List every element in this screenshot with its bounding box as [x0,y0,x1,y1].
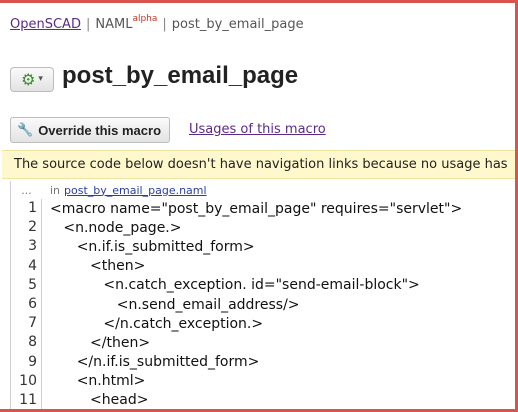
line-number: 11 [11,390,42,409]
breadcrumb-section-label: NAML [95,17,133,32]
expand-dots[interactable]: ... [11,184,42,197]
code-line: 4 <then> [11,256,515,276]
code-line: 1 <macro name="post_by_email_page" requir… [11,199,515,219]
line-number: 10 [11,371,42,391]
breadcrumb-root-link[interactable]: OpenSCAD [10,17,81,32]
usages-link[interactable]: Usages of this macro [189,122,326,137]
line-number: 8 [11,333,42,353]
breadcrumb-separator: | [85,17,91,32]
file-info: ... in post_by_email_page.naml [11,181,515,199]
breadcrumb: OpenSCAD | NAMLalpha | post_by_email_page [10,14,304,32]
code-text: <n.catch_exception. id="send-email-block… [50,277,420,294]
code-line: 7 </n.catch_exception.> [11,314,515,334]
notice-banner: The source code below doesn't have navig… [2,150,515,179]
code-text: <then> [50,258,146,275]
code-text: </then> [50,334,151,351]
code-text: <n.if.is_submitted_form> [50,238,255,255]
code-line: 9 </n.if.is_submitted_form> [11,352,515,372]
gear-menu-button[interactable]: ⚙ ▾ [10,67,54,92]
override-macro-label: Override this macro [38,122,162,138]
breadcrumb-separator: | [162,17,167,32]
code-text: <n.node_page.> [50,219,182,236]
code-viewer: ... in post_by_email_page.naml 1 <macro n… [10,181,515,409]
code-line: 11 <head> [11,390,515,409]
line-number: 5 [11,275,42,295]
override-macro-button[interactable]: 🔧 Override this macro [10,117,170,143]
line-number: 1 [11,199,42,219]
line-number: 6 [11,294,42,315]
wrench-icon: 🔧 [17,122,34,137]
file-link[interactable]: post_by_email_page.naml [64,184,207,197]
code-line: 3 <n.if.is_submitted_form> [11,237,515,257]
code-text: <head> [50,392,149,409]
line-number: 9 [11,352,42,372]
breadcrumb-current: post_by_email_page [171,17,304,32]
page-title: post_by_email_page [62,62,299,89]
chevron-down-icon: ▾ [38,74,43,84]
code-lines: 1 <macro name="post_by_email_page" requir… [11,199,515,409]
code-line: 6 <n.send_email_address/> [11,294,515,315]
line-number: 7 [11,314,42,334]
line-number: 4 [11,256,42,276]
breadcrumb-section: NAMLalpha [95,14,158,32]
code-line: 8 </then> [11,333,515,353]
window-frame-top [0,0,518,3]
code-text: <n.send_email_address/> [50,296,300,313]
in-label: in [50,183,61,197]
code-text: </n.if.is_submitted_form> [50,354,260,371]
line-number: 2 [11,218,42,238]
code-line: 2 <n.node_page.> [11,218,515,238]
code-text: <n.html> [50,373,146,390]
gear-icon: ⚙ [21,69,36,89]
code-text: </n.catch_exception.> [50,315,264,332]
code-line: 10 <n.html> [11,371,515,391]
code-line: 5 <n.catch_exception. id="send-email-blo… [11,275,515,295]
code-text: <macro name="post_by_email_page" require… [50,200,463,217]
breadcrumb-section-sup: alpha [132,14,158,24]
line-number: 3 [11,237,42,257]
